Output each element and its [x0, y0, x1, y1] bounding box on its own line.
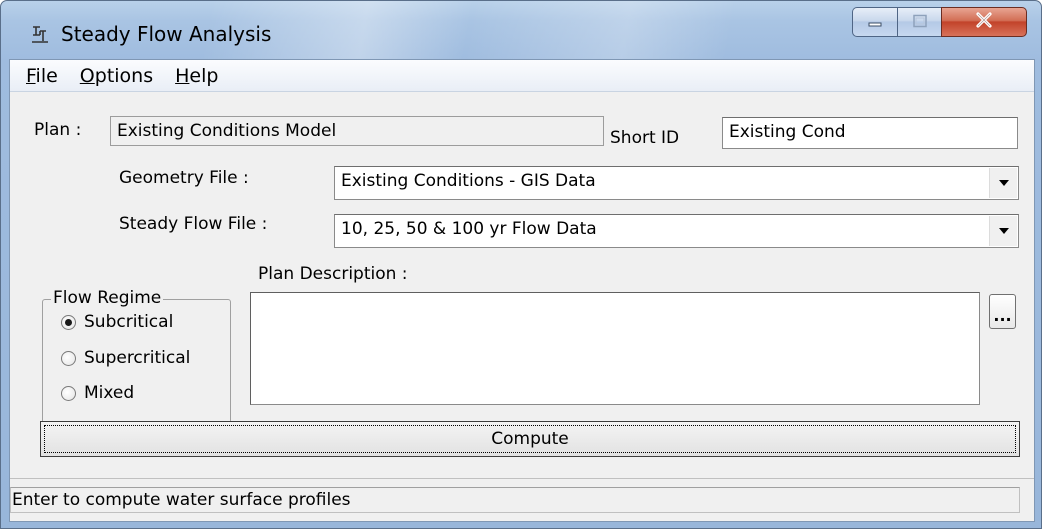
chevron-down-icon[interactable] — [989, 216, 1017, 246]
radio-button-icon[interactable] — [61, 385, 76, 401]
steady-flow-file-value: 10, 25, 50 & 100 yr Flow Data — [341, 219, 597, 239]
description-browse-button[interactable]: ... — [989, 294, 1016, 329]
caption-buttons — [852, 7, 1027, 37]
geometry-file-value: Existing Conditions - GIS Data — [341, 171, 596, 191]
window-title: Steady Flow Analysis — [61, 22, 272, 46]
plan-title-field[interactable]: Existing Conditions Model — [110, 116, 604, 146]
flow-regime-group: Flow Regime Subcritical Supercritical Mi… — [42, 288, 231, 426]
radio-button-icon[interactable] — [61, 350, 76, 366]
menu-file-accel: F — [26, 64, 36, 87]
steady-flow-file-select[interactable]: 10, 25, 50 & 100 yr Flow Data — [334, 214, 1019, 248]
menu-options-label: ptions — [94, 64, 154, 87]
menu-help-label: elp — [189, 64, 219, 87]
plan-label: Plan : — [34, 120, 82, 140]
minimize-icon — [867, 13, 883, 32]
steady-flow-window: Steady Flow Analysis File Options Help P… — [0, 0, 1042, 529]
short-id-label: Short ID — [610, 128, 680, 148]
chevron-down-icon[interactable] — [989, 168, 1017, 198]
focus-ring — [44, 425, 1016, 453]
short-id-field[interactable]: Existing Cond — [722, 117, 1018, 149]
client-area: File Options Help Plan : Existing Condit… — [9, 59, 1035, 522]
menu-help-accel: H — [175, 64, 190, 87]
radio-button-checked-icon[interactable] — [61, 314, 76, 330]
close-icon — [974, 11, 994, 33]
app-icon — [29, 23, 51, 45]
compute-button[interactable]: Compute — [40, 421, 1020, 457]
radio-subcritical[interactable]: Subcritical — [61, 312, 173, 332]
plan-title-value: Existing Conditions Model — [117, 121, 337, 141]
menu-bar: File Options Help — [10, 60, 1034, 92]
plan-description-label: Plan Description : — [258, 264, 408, 284]
menu-file[interactable]: File — [26, 65, 58, 87]
menu-help[interactable]: Help — [175, 65, 218, 87]
maximize-icon — [912, 13, 928, 32]
title-bar[interactable]: Steady Flow Analysis — [1, 1, 1041, 59]
minimize-button[interactable] — [852, 7, 897, 37]
status-bar: Enter to compute water surface profiles — [10, 478, 1034, 514]
geometry-file-label: Geometry File : — [119, 168, 249, 188]
radio-supercritical[interactable]: Supercritical — [61, 348, 190, 368]
maximize-button[interactable] — [897, 7, 941, 37]
close-button[interactable] — [941, 7, 1027, 37]
status-text: Enter to compute water surface profiles — [10, 487, 1020, 513]
radio-subcritical-label: Subcritical — [84, 312, 174, 332]
radio-supercritical-label: Supercritical — [84, 348, 191, 368]
short-id-value: Existing Cond — [729, 122, 846, 142]
menu-options[interactable]: Options — [80, 65, 153, 87]
radio-mixed[interactable]: Mixed — [61, 383, 134, 403]
menu-file-label: ile — [35, 64, 58, 87]
geometry-file-select[interactable]: Existing Conditions - GIS Data — [334, 166, 1019, 200]
menu-options-accel: O — [79, 64, 95, 87]
radio-mixed-label: Mixed — [84, 383, 135, 403]
plan-description-textarea[interactable] — [250, 292, 980, 405]
flow-regime-legend: Flow Regime — [51, 288, 164, 308]
steady-flow-file-label: Steady Flow File : — [119, 214, 268, 234]
